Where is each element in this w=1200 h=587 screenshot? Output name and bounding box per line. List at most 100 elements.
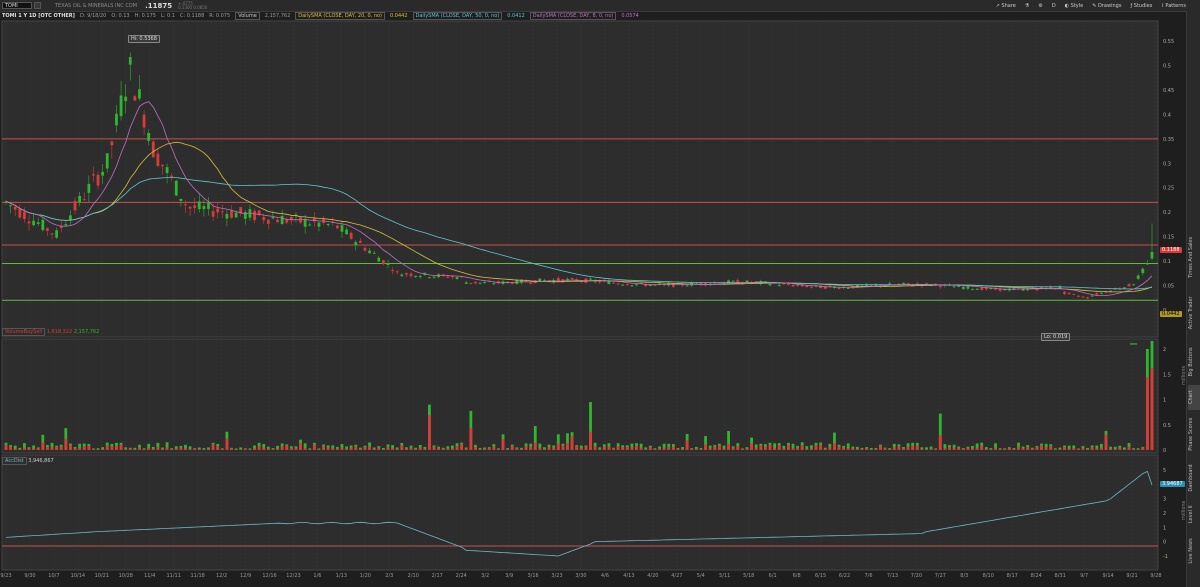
sidebar-tab-phase-scores[interactable]: Phase Scores	[1188, 410, 1200, 459]
candle-body	[271, 217, 275, 219]
share-icon: ↗	[995, 2, 1000, 9]
sidebar-tab-big-buttons[interactable]: Big Buttons	[1188, 339, 1200, 384]
flask-icon[interactable]: ⚗	[1025, 3, 1029, 9]
patterns-button[interactable]: ⌇ Patterns	[1161, 3, 1186, 9]
volume-bar	[975, 447, 979, 450]
volume-bar	[1118, 447, 1122, 450]
candle-body	[335, 225, 339, 229]
volume-bar	[920, 449, 924, 450]
candle-body	[805, 285, 809, 288]
volume-bar	[506, 449, 510, 450]
volume-bar	[892, 446, 896, 450]
volume-bar	[685, 440, 689, 450]
candle-body	[372, 252, 376, 254]
sma8-study-label[interactable]: DailySMA (CLOSE, DAY, 8, 0, no)	[529, 12, 617, 20]
volume-tick: 0.5	[1163, 423, 1171, 429]
candle-body	[952, 286, 956, 288]
candle-body	[23, 211, 26, 220]
drawings-button[interactable]: ✎ Drawings	[1092, 3, 1121, 9]
volume-bar	[335, 448, 339, 450]
candle-body	[685, 285, 689, 287]
candle-body	[73, 200, 77, 211]
last-price-tag: 0.1188	[1160, 247, 1182, 253]
volume-bar	[529, 446, 533, 450]
volume-bar	[345, 448, 348, 450]
volume-bar	[36, 447, 40, 450]
accdist-tick: 2	[1163, 511, 1166, 517]
candle-body	[170, 175, 174, 178]
volume-bar	[133, 449, 137, 450]
volume-bar	[446, 448, 450, 450]
volume-bar	[644, 449, 648, 450]
volume-bar	[73, 448, 77, 450]
share-button[interactable]: ↗ Share	[996, 3, 1016, 9]
sidebar-tab-dashboard[interactable]: Dashboard	[1188, 459, 1200, 498]
candle-body	[810, 286, 813, 288]
volume-bar	[768, 444, 772, 450]
volume-bar	[966, 447, 970, 450]
chart-canvas[interactable]: 0.550.50.450.40.350.30.250.20.150.10.050…	[0, 0, 1200, 587]
volume-bar	[1040, 445, 1043, 450]
candle-body	[971, 288, 974, 290]
volume-bar	[846, 448, 850, 450]
sma8-value: 0.0574	[621, 13, 639, 19]
volume-bar	[1067, 448, 1071, 450]
x-tick: 10/28	[119, 573, 133, 579]
volume-bar	[280, 445, 284, 450]
right-sidebar: Live News Level II Dashboard Phase Scores Ch…	[1186, 11, 1200, 587]
study-legend: TOMI 1 Y 1D [OTC OTHER] D: 9/18/20 O: 0.…	[2, 12, 639, 20]
sma50-study-label[interactable]: DailySMA (CLOSE, DAY, 50, 0, no)	[412, 12, 503, 20]
candle-body	[115, 113, 118, 126]
volume-bar	[515, 448, 519, 450]
interval-button[interactable]: D	[1052, 3, 1056, 9]
settings-icon[interactable]: ⚙	[1038, 3, 1042, 9]
bar-date: D: 9/18/20	[79, 13, 107, 19]
price-tick: 0.55	[1163, 39, 1174, 45]
volume-bar	[23, 447, 26, 450]
candle-body	[483, 282, 487, 284]
volume-panel-label[interactable]: VolumeBuySell	[2, 328, 46, 336]
candle-body	[570, 277, 574, 279]
volume-bar	[948, 447, 951, 450]
volume-bar	[1122, 449, 1126, 450]
symbol-dropdown-icon[interactable]	[34, 2, 41, 9]
volume-bar	[994, 447, 997, 450]
sma20-study-label[interactable]: DailySMA (CLOSE, DAY, 20, 0, no)	[295, 12, 386, 20]
candle-body	[36, 222, 40, 224]
volume-study-label[interactable]: Volume	[235, 12, 260, 20]
volume-bar	[759, 445, 763, 450]
volume-bar	[110, 446, 114, 450]
volume-bar	[285, 445, 289, 450]
sidebar-tab-active-trader[interactable]: Active Trader	[1188, 287, 1200, 339]
volume-bar	[704, 444, 707, 450]
volume-bar	[184, 448, 187, 450]
volume-bar	[423, 448, 427, 450]
volume-bar	[653, 448, 657, 450]
volume-bar	[400, 445, 404, 450]
candle-body	[961, 286, 965, 289]
volume-bar	[837, 446, 841, 450]
candle-body	[1090, 295, 1094, 297]
candle-body	[188, 206, 192, 209]
sidebar-tab-level-ii[interactable]: Level II	[1188, 497, 1200, 532]
candle-body	[50, 233, 54, 235]
candle-body	[87, 183, 91, 193]
x-tick: 9/14	[1102, 573, 1113, 579]
volume-bar	[377, 447, 381, 450]
sidebar-tab-chart[interactable]: Chart	[1188, 384, 1200, 410]
candle-body	[529, 282, 533, 284]
candle-body	[280, 215, 284, 225]
volume-bar	[980, 445, 984, 450]
x-tick: 3/30	[575, 573, 586, 579]
studies-button[interactable]: ƒ Studies	[1130, 3, 1152, 9]
accdist-panel-legend: AccDist 3,946,867	[2, 457, 54, 465]
style-button[interactable]: ◐ Style	[1065, 3, 1084, 9]
symbol-input[interactable]: TOMI	[2, 2, 32, 9]
accdist-panel-label[interactable]: AccDist	[2, 457, 27, 465]
candle-body	[55, 230, 59, 238]
sidebar-tab-times-and-sales[interactable]: Times And Sales	[1188, 228, 1200, 287]
volume-bar	[1132, 448, 1135, 450]
sidebar-tab-live-news[interactable]: Live News	[1188, 532, 1200, 571]
volume-bar	[124, 448, 128, 450]
volume-bar	[147, 447, 151, 450]
